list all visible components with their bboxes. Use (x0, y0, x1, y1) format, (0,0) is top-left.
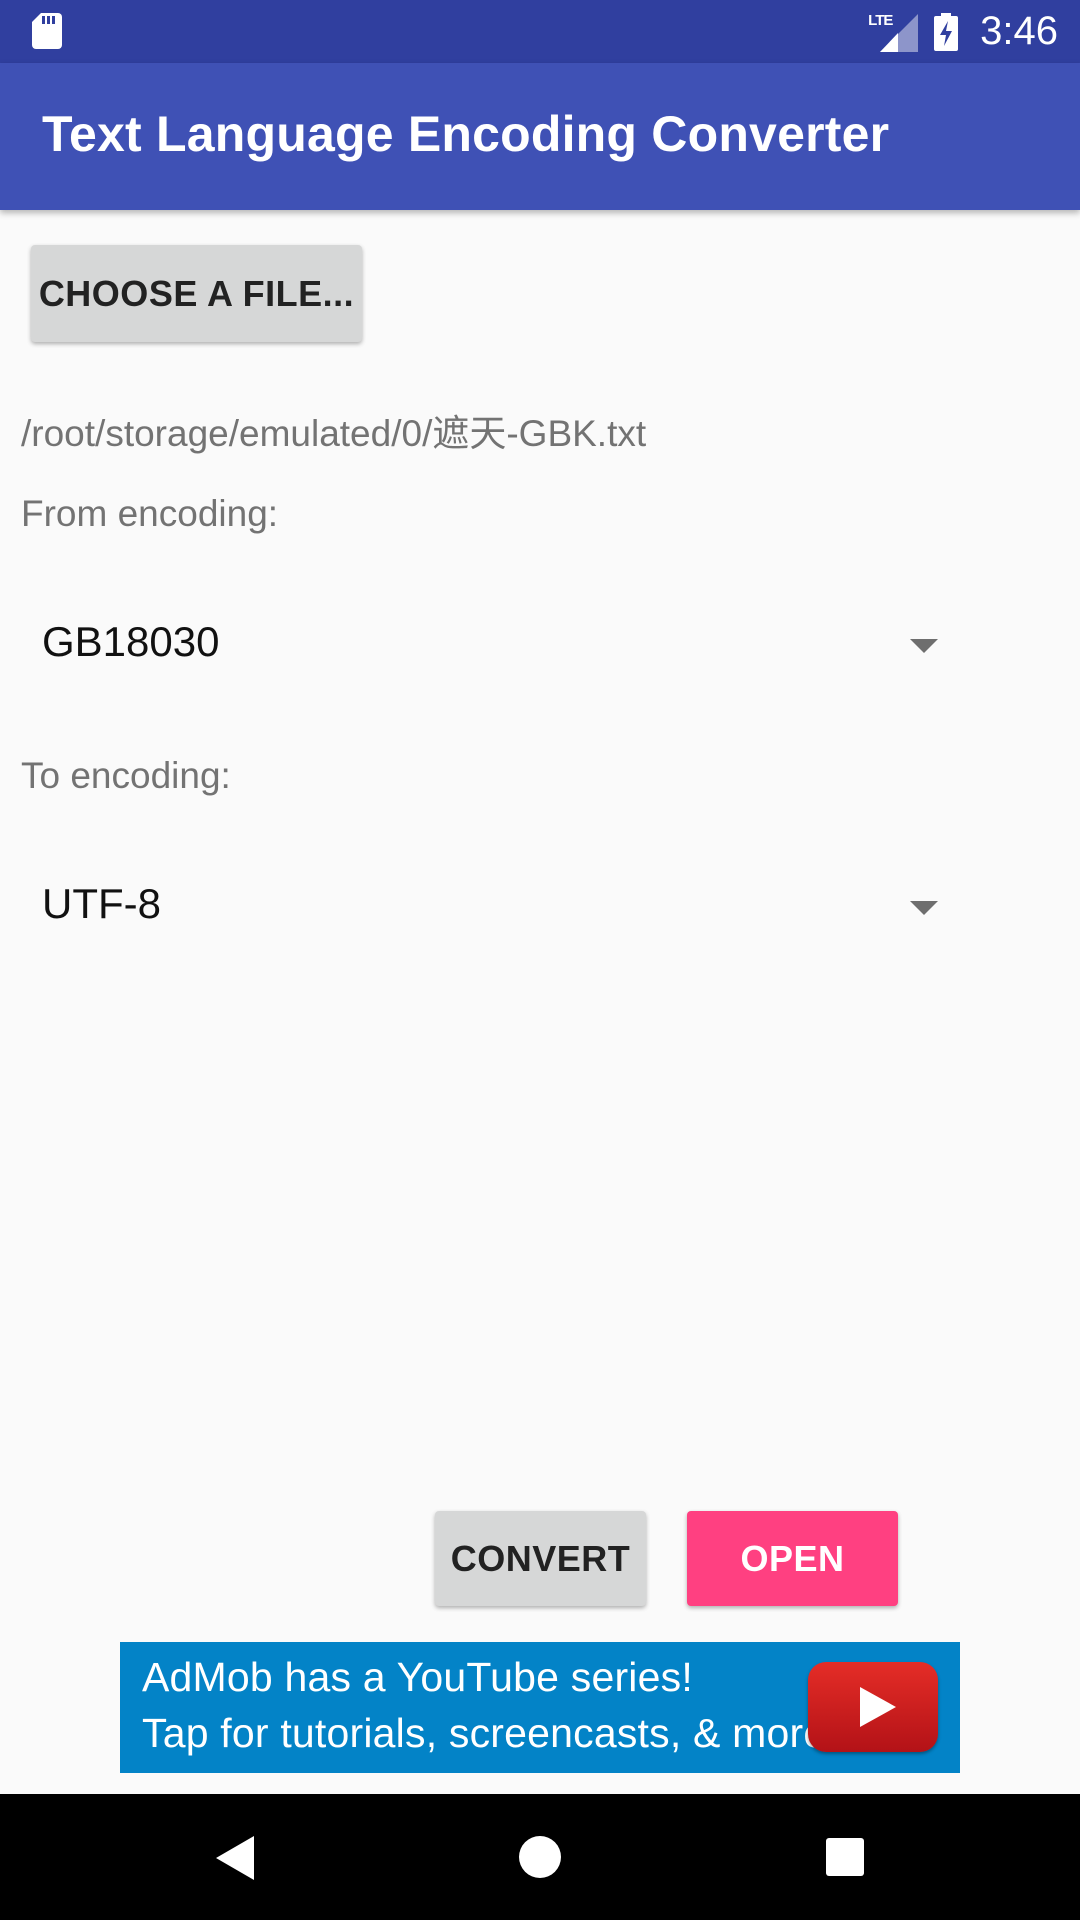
screen: LTE 3:46 Text Language Encoding Converte… (0, 0, 1080, 1920)
status-icons: LTE 3:46 (868, 0, 1058, 63)
battery-charging-icon (934, 12, 959, 51)
ad-text-line-1: AdMob has a YouTube series! (142, 1654, 693, 1700)
from-encoding-dropdown[interactable]: GB18030 (21, 590, 961, 700)
back-button[interactable] (166, 1794, 306, 1920)
signal-icon: LTE (868, 12, 920, 52)
choose-file-button[interactable]: CHOOSE A FILE... (31, 245, 362, 342)
back-icon (216, 1836, 254, 1880)
navigation-bar (0, 1794, 1080, 1920)
ad-banner[interactable]: AdMob has a YouTube series! Tap for tuto… (120, 1642, 960, 1773)
from-encoding-value: GB18030 (42, 618, 220, 665)
status-clock: 3:46 (980, 9, 1058, 53)
ad-text-line-2: Tap for tutorials, screencasts, & more. (142, 1710, 838, 1756)
recents-button[interactable] (774, 1794, 914, 1920)
to-encoding-value: UTF-8 (42, 880, 161, 927)
youtube-play-icon (808, 1662, 938, 1752)
open-button[interactable]: OPEN (687, 1511, 898, 1606)
app-title: Text Language Encoding Converter (42, 106, 890, 162)
sd-card-icon (32, 13, 62, 49)
from-encoding-label: From encoding: (21, 493, 279, 534)
dropdown-arrow-icon (910, 639, 938, 653)
home-button[interactable] (470, 1794, 610, 1920)
selected-file-path: /root/storage/emulated/0/遮天-GBK.txt (21, 413, 647, 454)
app-bar: Text Language Encoding Converter (0, 63, 1080, 210)
recents-icon (826, 1838, 864, 1876)
to-encoding-dropdown[interactable]: UTF-8 (21, 852, 961, 962)
to-encoding-label: To encoding: (21, 755, 231, 796)
home-icon (519, 1836, 561, 1878)
convert-button[interactable]: CONVERT (435, 1511, 646, 1606)
status-bar: LTE 3:46 (0, 0, 1080, 63)
dropdown-arrow-icon (910, 901, 938, 915)
